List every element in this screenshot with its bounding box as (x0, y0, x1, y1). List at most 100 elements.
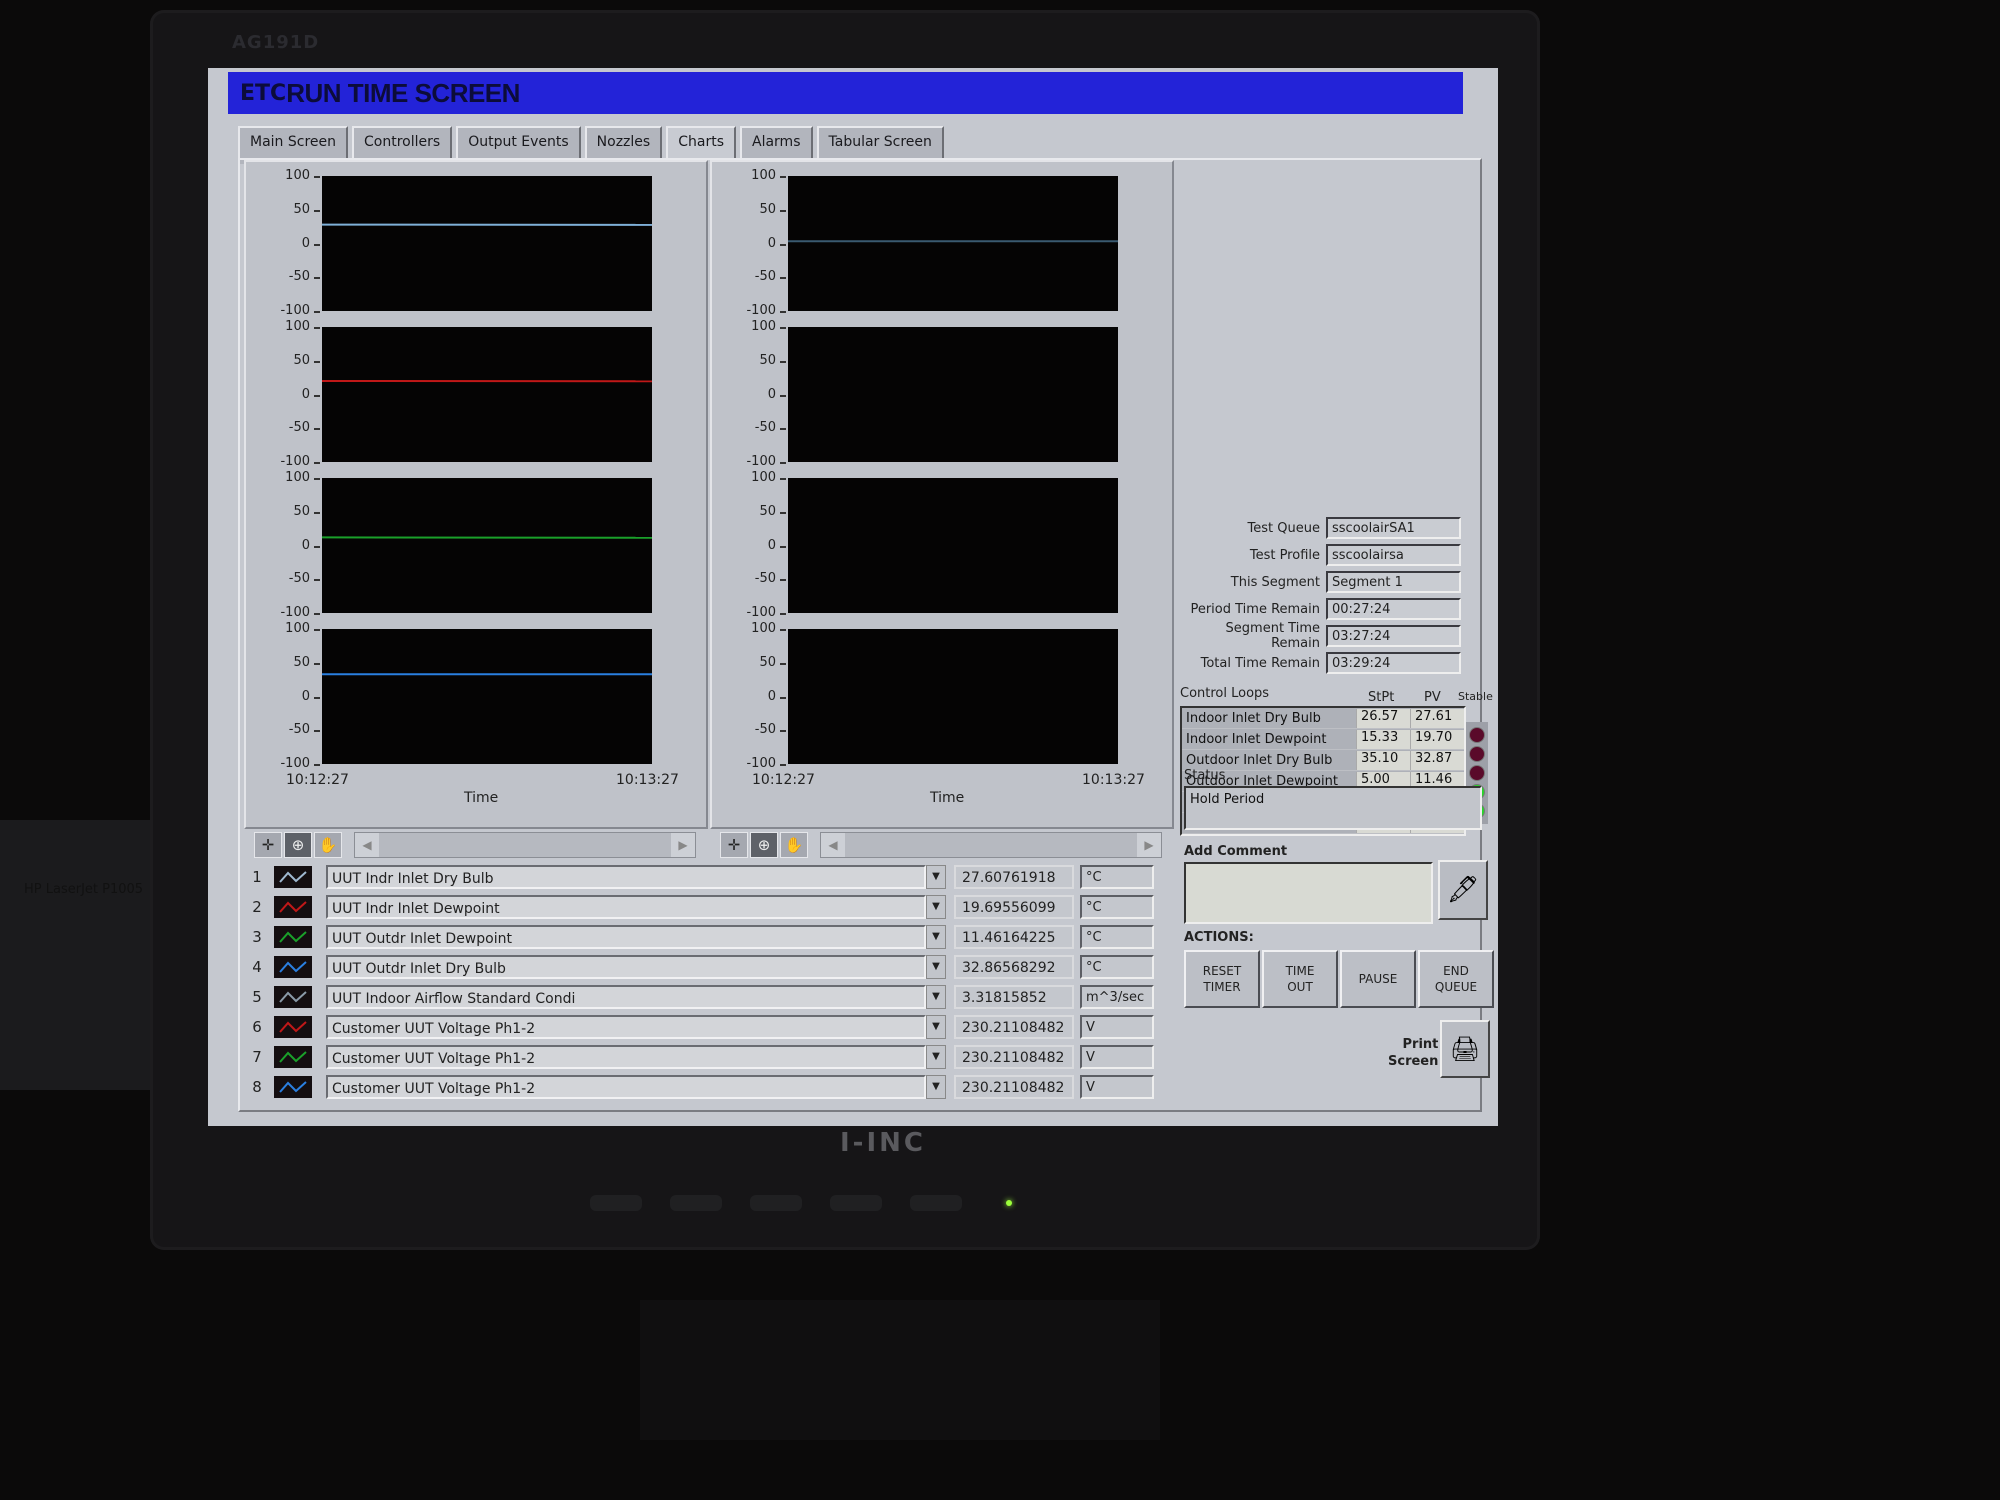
x-tick-label: 10:13:27 (1082, 772, 1145, 788)
scroll-right-icon[interactable]: ▶ (1137, 833, 1161, 857)
crosshair-icon[interactable]: ✛ (254, 832, 282, 858)
trace-style-icon[interactable] (274, 1046, 312, 1068)
channel-value: 11.46164225 (954, 925, 1074, 949)
chevron-down-icon[interactable]: ▼ (926, 895, 946, 919)
y-tick-mark (780, 613, 786, 615)
hand-icon[interactable]: ✋ (314, 832, 342, 858)
trace-style-icon[interactable] (274, 956, 312, 978)
trace-style-icon[interactable] (274, 866, 312, 888)
y-tick-mark (780, 764, 786, 766)
right-chart-toolbar: ✛ ⊕ ✋ ◀ ▶ (710, 828, 1170, 860)
y-tick-label: 0 (301, 688, 310, 704)
monitor-power-button[interactable] (910, 1195, 962, 1211)
scroll-left-icon[interactable]: ◀ (821, 833, 845, 857)
monitor-left-button[interactable] (670, 1195, 722, 1211)
y-tick-label: 100 (285, 621, 310, 636)
channel-select[interactable]: UUT Outdr Inlet Dewpoint (326, 925, 926, 949)
chevron-down-icon[interactable]: ▼ (926, 955, 946, 979)
monitor-buttons (590, 1195, 962, 1211)
scroll-left-icon[interactable]: ◀ (355, 833, 379, 857)
plot-area-4[interactable] (322, 629, 652, 764)
channel-unit: V (1080, 1075, 1154, 1099)
y-tick-label: -50 (288, 420, 310, 436)
chevron-down-icon[interactable]: ▼ (926, 1045, 946, 1069)
plot-area-1[interactable] (322, 176, 652, 311)
channel-select[interactable]: UUT Indr Inlet Dry Bulb (326, 865, 926, 889)
y-tick-label: 50 (293, 352, 310, 368)
channel-select[interactable]: Customer UUT Voltage Ph1-2 (326, 1045, 926, 1069)
monitor-menu-button[interactable] (830, 1195, 882, 1211)
chevron-down-icon[interactable]: ▼ (926, 1015, 946, 1039)
printer-icon[interactable]: 🖨 (1440, 1020, 1490, 1078)
channel-value: 230.21108482 (954, 1015, 1074, 1039)
monitor-auto-button[interactable] (590, 1195, 642, 1211)
y-tick-label: 0 (767, 235, 776, 251)
trace-style-icon[interactable] (274, 1076, 312, 1098)
plot-area-3[interactable] (788, 478, 1118, 613)
pause-button[interactable]: PAUSE (1340, 950, 1416, 1008)
crosshair-icon[interactable]: ✛ (720, 832, 748, 858)
channel-select[interactable]: UUT Indr Inlet Dewpoint (326, 895, 926, 919)
channel-row: 1 UUT Indr Inlet Dry Bulb ▼ 27.60761918 … (240, 862, 1170, 892)
channel-value: 27.60761918 (954, 865, 1074, 889)
info-label: Test Queue (1247, 520, 1320, 536)
channel-unit: V (1080, 1015, 1154, 1039)
channel-select[interactable]: UUT Indoor Airflow Standard Condi (326, 985, 926, 1009)
stpt-header: StPt (1368, 690, 1395, 705)
y-tick-label: 50 (293, 503, 310, 519)
y-tick-mark (780, 176, 786, 178)
end-queue-button[interactable]: END QUEUE (1418, 950, 1494, 1008)
channel-value: 19.69556099 (954, 895, 1074, 919)
channel-select[interactable]: Customer UUT Voltage Ph1-2 (326, 1075, 926, 1099)
chevron-down-icon[interactable]: ▼ (926, 985, 946, 1009)
trace-style-icon[interactable] (274, 986, 312, 1008)
plot-area-1[interactable] (788, 176, 1118, 311)
y-tick-mark (780, 662, 786, 665)
y-tick-label: -50 (754, 571, 776, 587)
y-tick-label: 0 (301, 386, 310, 402)
info-row: Total Time Remain 03:29:24 (1180, 651, 1470, 675)
info-value: 00:27:24 (1326, 598, 1461, 620)
right-chart-scrollbar[interactable]: ◀ ▶ (820, 832, 1162, 858)
y-tick-label: 50 (759, 503, 776, 519)
trace-style-icon[interactable] (274, 1016, 312, 1038)
quill-icon[interactable]: 🖋 (1438, 860, 1488, 920)
power-led (1006, 1200, 1012, 1206)
plot-area-4[interactable] (788, 629, 1118, 764)
plot-area-2[interactable] (322, 327, 652, 462)
chevron-down-icon[interactable]: ▼ (926, 1075, 946, 1099)
channel-list: 1 UUT Indr Inlet Dry Bulb ▼ 27.60761918 … (240, 862, 1170, 1102)
y-tick-mark (314, 462, 320, 464)
zoom-icon[interactable]: ⊕ (750, 832, 778, 858)
y-tick-label: 0 (767, 537, 776, 553)
print-screen-label: Print Screen (1388, 1037, 1439, 1069)
time-out-button[interactable]: TIME OUT (1262, 950, 1338, 1008)
plot-area-3[interactable] (322, 478, 652, 613)
y-tick-label: -100 (746, 303, 776, 318)
scroll-right-icon[interactable]: ▶ (671, 833, 695, 857)
chevron-down-icon[interactable]: ▼ (926, 925, 946, 949)
info-row: Period Time Remain 00:27:24 (1180, 597, 1470, 621)
channel-select[interactable]: UUT Outdr Inlet Dry Bulb (326, 955, 926, 979)
monitor-right-button[interactable] (750, 1195, 802, 1211)
y-tick-label: 100 (285, 168, 310, 183)
reset-timer-button[interactable]: RESET TIMER (1184, 950, 1260, 1008)
status-label: Status (1184, 768, 1226, 783)
y-tick-mark (780, 360, 786, 363)
channel-number: 5 (252, 988, 262, 1006)
add-comment-label: Add Comment (1184, 844, 1288, 859)
left-chart-scrollbar[interactable]: ◀ ▶ (354, 832, 696, 858)
y-tick-label: 50 (759, 352, 776, 368)
trace-style-icon[interactable] (274, 926, 312, 948)
hand-icon[interactable]: ✋ (780, 832, 808, 858)
y-tick-mark (780, 579, 786, 582)
window-title: RUN TIME SCREEN (286, 77, 520, 108)
chevron-down-icon[interactable]: ▼ (926, 865, 946, 889)
zoom-icon[interactable]: ⊕ (284, 832, 312, 858)
loop-pv: 19.70 (1410, 729, 1464, 749)
comment-input[interactable] (1184, 862, 1433, 924)
channel-select[interactable]: Customer UUT Voltage Ph1-2 (326, 1015, 926, 1039)
trace-style-icon[interactable] (274, 896, 312, 918)
plot-area-2[interactable] (788, 327, 1118, 462)
x-tick-label: 10:12:27 (752, 772, 815, 788)
